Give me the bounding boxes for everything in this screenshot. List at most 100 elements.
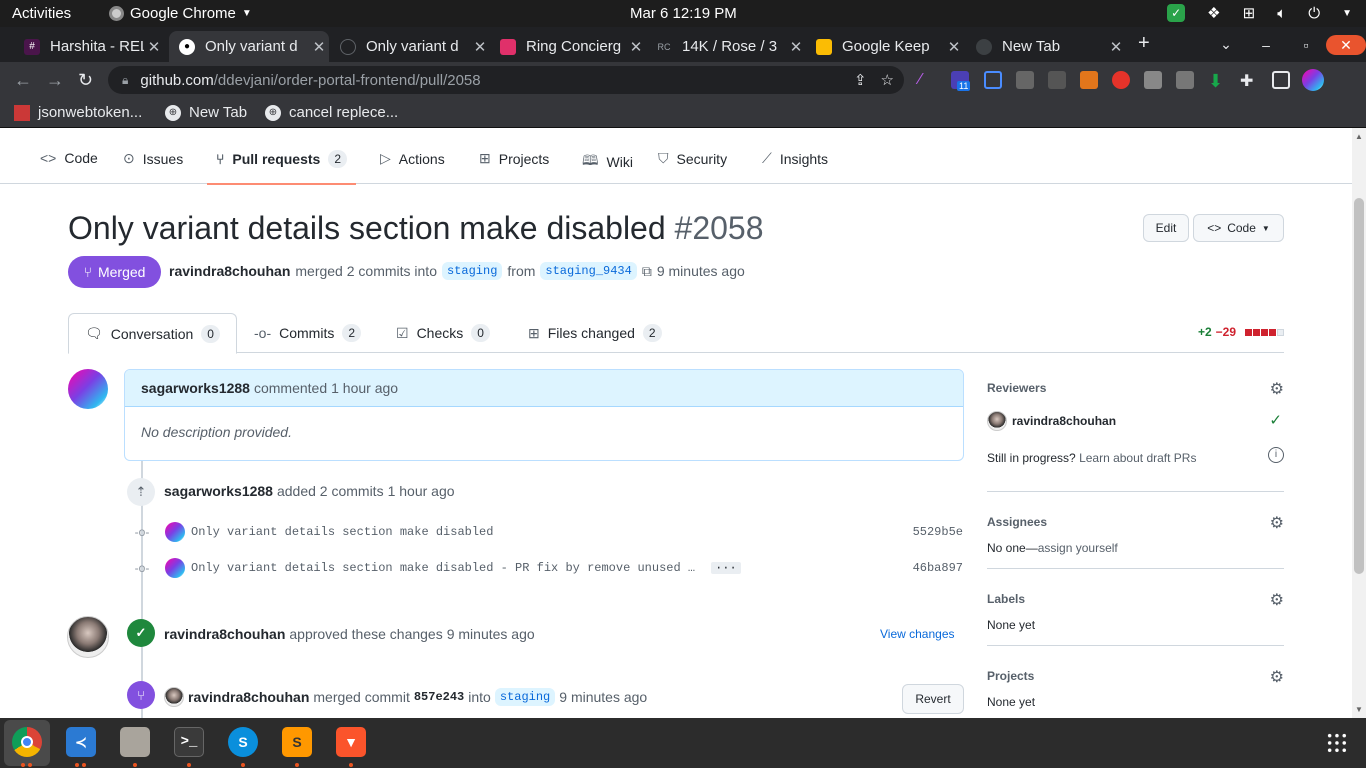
- reviewer-name[interactable]: ravindra8chouhan: [1012, 414, 1116, 428]
- tab-search-chevron-icon[interactable]: ⌄: [1206, 36, 1246, 53]
- bookmark-star-icon[interactable]: ☆: [881, 71, 894, 89]
- files-icon[interactable]: [120, 727, 150, 757]
- terminal-icon[interactable]: >_: [174, 727, 204, 757]
- repo-tab-security[interactable]: ⛉ Security: [658, 150, 727, 167]
- close-icon[interactable]: ✕: [470, 38, 490, 56]
- revert-button[interactable]: Revert: [902, 684, 964, 714]
- gear-icon[interactable]: ⚙: [1270, 667, 1284, 687]
- avatar[interactable]: [165, 522, 185, 542]
- close-icon[interactable]: ✕: [626, 38, 646, 56]
- merge-commit-sha[interactable]: 857e243: [414, 690, 464, 704]
- camera-extension-icon[interactable]: [1176, 71, 1194, 89]
- info-icon[interactable]: i: [1268, 447, 1284, 463]
- gear-icon[interactable]: ⚙: [1270, 379, 1284, 399]
- lightning-extension-icon[interactable]: [1112, 71, 1130, 89]
- repo-tab-issues[interactable]: ⊙ Issues: [123, 150, 183, 167]
- expand-commit-button[interactable]: ···: [711, 562, 741, 574]
- commit-sha[interactable]: 46ba897: [913, 561, 963, 575]
- volume-icon[interactable]: 🔈︎: [1277, 5, 1286, 22]
- copy-icon[interactable]: ⧉: [642, 263, 652, 280]
- download-icon[interactable]: ⬇: [1208, 71, 1226, 91]
- browser-tab[interactable]: Google Keep ✕: [806, 31, 964, 62]
- page-scrollbar[interactable]: ▲ ▼: [1352, 128, 1366, 718]
- bookmark-item[interactable]: jsonwebtoken...: [14, 104, 142, 121]
- reload-icon[interactable]: ↻: [78, 70, 93, 91]
- side-panel-icon[interactable]: [1272, 71, 1290, 89]
- vscode-icon[interactable]: ≺: [66, 727, 96, 757]
- system-tray[interactable]: ✓ ❖ ⊞ 🔈︎ ⏻ ▼: [1167, 4, 1352, 22]
- avatar[interactable]: [67, 616, 109, 658]
- code-dropdown-button[interactable]: <> Code ▼: [1193, 214, 1284, 242]
- browser-tab[interactable]: New Tab ✕: [966, 31, 1126, 62]
- check-icon[interactable]: ✓: [1167, 4, 1186, 22]
- grid-extension-icon[interactable]: [1048, 71, 1066, 89]
- maximize-icon[interactable]: ▫: [1286, 37, 1326, 53]
- browser-tab[interactable]: RC 14K / Rose / 3 ✕: [646, 31, 806, 62]
- back-arrow-icon[interactable]: ←: [14, 70, 32, 91]
- event-author[interactable]: ravindra8chouhan: [164, 626, 285, 642]
- forward-arrow-icon[interactable]: →: [46, 70, 64, 91]
- avatar[interactable]: [68, 369, 108, 409]
- close-icon[interactable]: ✕: [144, 38, 164, 56]
- event-time[interactable]: 9 minutes ago: [559, 689, 647, 705]
- brave-icon[interactable]: ▼: [336, 727, 366, 757]
- close-icon[interactable]: ✕: [1106, 38, 1126, 56]
- address-bar[interactable]: 🔒︎ github.com /ddevjani/order-portal-fro…: [108, 66, 904, 94]
- tab-files-changed[interactable]: ⊞ Files changed 2: [528, 313, 662, 353]
- comment-time[interactable]: 1 hour ago: [331, 380, 398, 396]
- minimize-icon[interactable]: –: [1246, 37, 1286, 53]
- browser-tab[interactable]: # Harshita - REL ✕: [14, 31, 164, 62]
- base-branch[interactable]: staging: [441, 262, 503, 280]
- scroll-down-icon[interactable]: ▼: [1355, 705, 1363, 714]
- chrome-icon[interactable]: [12, 727, 42, 757]
- sublime-text-icon[interactable]: S: [282, 727, 312, 757]
- network-icon[interactable]: ⊞: [1243, 4, 1256, 22]
- close-icon[interactable]: ✕: [944, 38, 964, 56]
- bookmark-item[interactable]: ⊕ cancel replece...: [265, 104, 398, 121]
- gear-icon[interactable]: ⚙: [1270, 590, 1284, 610]
- event-author[interactable]: ravindra8chouhan: [188, 689, 309, 705]
- comment-author[interactable]: sagarworks1288: [141, 380, 250, 396]
- power-icon[interactable]: ⏻: [1308, 5, 1320, 22]
- screen-extension-icon[interactable]: [984, 71, 1002, 89]
- dropbox-icon[interactable]: ❖: [1207, 4, 1220, 22]
- tab-conversation[interactable]: 🗨︎ Conversation 0: [68, 313, 237, 354]
- gear-icon[interactable]: ⚙: [1270, 513, 1284, 533]
- scroll-thumb[interactable]: [1354, 198, 1364, 574]
- activities-button[interactable]: Activities: [12, 5, 71, 22]
- event-time[interactable]: 9 minutes ago: [447, 626, 535, 642]
- bar-extension-icon[interactable]: [1144, 71, 1162, 89]
- close-icon[interactable]: ✕: [309, 38, 329, 56]
- draft-prs-link[interactable]: Learn about draft PRs: [1079, 451, 1196, 465]
- event-time[interactable]: 1 hour ago: [388, 483, 455, 499]
- scroll-up-icon[interactable]: ▲: [1355, 132, 1363, 141]
- tab-commits[interactable]: -o- Commits 2: [254, 313, 362, 353]
- tab-checks[interactable]: ☑ Checks 0: [396, 313, 490, 353]
- browser-tab-active[interactable]: ● Only variant d ✕: [169, 31, 329, 62]
- repo-tab-wiki[interactable]: 🕮︎ Wiki: [582, 150, 633, 174]
- edit-button[interactable]: Edit: [1143, 214, 1189, 242]
- commit-message[interactable]: Only variant details section make disabl…: [191, 561, 695, 575]
- window-close-button[interactable]: ✕: [1326, 34, 1366, 55]
- base-branch[interactable]: staging: [494, 688, 556, 706]
- show-apps-grid-icon[interactable]: [1326, 732, 1348, 754]
- share-icon[interactable]: ⇪: [854, 71, 867, 89]
- head-branch[interactable]: staging_9434: [540, 262, 637, 280]
- repo-tab-projects[interactable]: ⊞ Projects: [479, 150, 549, 167]
- browser-tab[interactable]: Ring Concierg ✕: [490, 31, 646, 62]
- event-author[interactable]: sagarworks1288: [164, 483, 273, 499]
- avatar[interactable]: [987, 411, 1007, 431]
- browser-tab[interactable]: Only variant d ✕: [330, 31, 490, 62]
- commit-sha[interactable]: 5529b5e: [913, 525, 963, 539]
- avatar[interactable]: [165, 558, 185, 578]
- profile-avatar[interactable]: [1302, 69, 1324, 91]
- new-tab-plus-icon[interactable]: +: [1138, 32, 1150, 55]
- picker-extension-icon[interactable]: [1016, 71, 1034, 89]
- bookmark-item[interactable]: ⊕ New Tab: [165, 104, 247, 121]
- commit-message[interactable]: Only variant details section make disabl…: [191, 525, 493, 539]
- avatar[interactable]: [164, 687, 184, 707]
- chevron-down-icon[interactable]: ▼: [1342, 8, 1352, 19]
- close-icon[interactable]: ✕: [786, 38, 806, 56]
- feather-extension-icon[interactable]: ⁄: [919, 71, 937, 89]
- puzzle-extensions-icon[interactable]: ✚: [1240, 71, 1258, 90]
